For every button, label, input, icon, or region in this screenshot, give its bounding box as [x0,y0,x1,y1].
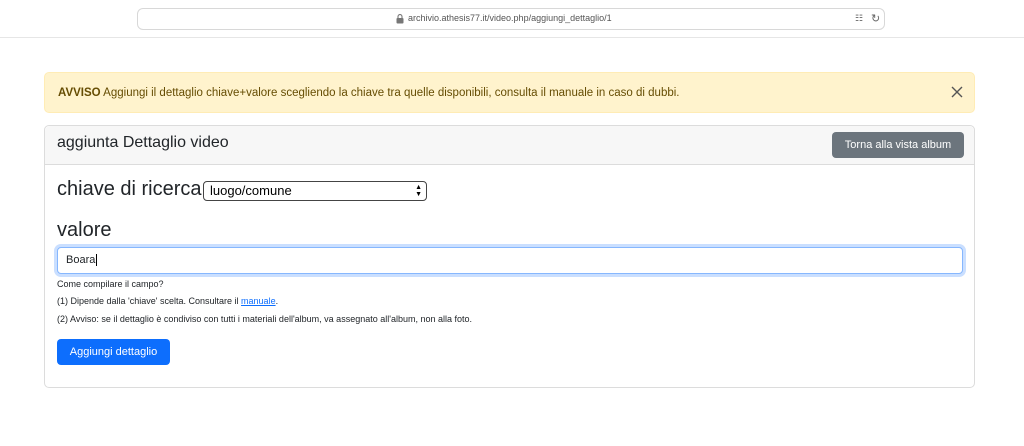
add-detail-button[interactable]: Aggiungi dettaglio [57,339,170,365]
help-title: Come compilare il campo? [57,279,164,289]
value-input-text: Boara [66,254,96,266]
alert-text: AVVISO Aggiungi il dettaglio chiave+valo… [58,87,680,99]
translate-icon[interactable]: ☷ [855,13,863,24]
key-select-value: luogo/comune [210,183,292,198]
key-select[interactable]: luogo/comune ▲ ▼ [203,181,427,201]
value-input[interactable]: Boara [57,247,963,274]
help-line-1: (1) Dipende dalla 'chiave' scelta. Consu… [57,296,278,306]
card-title: aggiunta Dettaglio video [57,134,229,151]
help-line-2: (2) Avviso: se il dettaglio è condiviso … [57,314,472,324]
select-arrows-icon: ▲ ▼ [415,184,422,198]
url-text: archivio.athesis77.it/video.php/aggiungi… [408,13,612,23]
alert-strong: AVVISO [58,87,101,99]
alert-message: Aggiungi il dettaglio chiave+valore sceg… [103,87,680,99]
manual-link[interactable]: manuale [241,296,276,306]
help-1-suffix: . [275,296,279,306]
key-label: chiave di ricerca [57,178,202,200]
text-caret [96,254,98,267]
lock-icon [396,14,404,24]
help-1-prefix: (1) Dipende dalla 'chiave' scelta. Consu… [57,296,239,306]
card-header: aggiunta Dettaglio video Torna alla vist… [45,126,974,165]
value-label: valore [57,219,112,241]
close-icon[interactable] [950,85,964,99]
reload-icon[interactable]: ↻ [871,12,880,25]
warning-alert: AVVISO Aggiungi il dettaglio chiave+valo… [44,72,975,113]
back-to-album-button[interactable]: Torna alla vista album [832,132,964,158]
browser-toolbar: archivio.athesis77.it/video.php/aggiungi… [0,0,1024,38]
address-bar[interactable]: archivio.athesis77.it/video.php/aggiungi… [137,8,885,30]
